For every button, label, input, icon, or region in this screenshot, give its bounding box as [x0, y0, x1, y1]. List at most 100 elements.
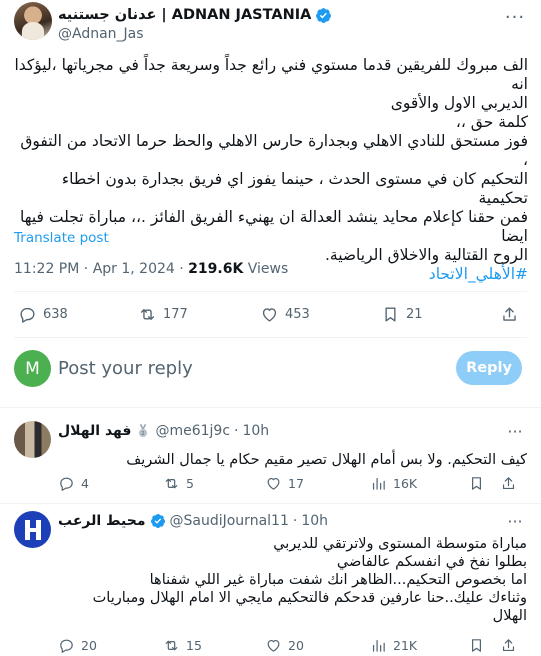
divider [14, 291, 527, 292]
tweet-text-line: التحكيم كان في مستوى الحدث ، حينما يفوز … [61, 170, 528, 207]
tweet-text-line: كلمة حق ،، [455, 113, 528, 131]
reply-actions: 4 5 17 16K [0, 471, 541, 491]
like-count: 17 [288, 475, 304, 491]
reply-icon [20, 307, 35, 323]
current-user-avatar[interactable]: M [14, 350, 51, 387]
reply-text-line: وثناءك عليك..حنا عارفين قدحكم فالتحكيم م… [92, 590, 527, 606]
more-options-icon[interactable]: ··· [504, 6, 526, 28]
reply-count: 638 [43, 306, 68, 322]
like-count: 20 [288, 637, 304, 653]
meta-separator: · [83, 261, 93, 277]
verified-badge-icon [316, 7, 332, 23]
tweet-text-line: فوز مستحق للنادي الاهلي وبجدارة حارس الا… [20, 132, 528, 169]
reply-handle[interactable]: @me61j9c [155, 423, 230, 439]
repost-icon [140, 308, 155, 320]
verified-badge-icon [150, 514, 165, 528]
heart-icon [267, 639, 280, 652]
bookmark-count: 21 [406, 306, 423, 322]
bookmark-icon [472, 476, 481, 490]
author-display-name[interactable]: عدنان جستنيه | ADNAN JASTANIA [58, 7, 311, 23]
share-icon [502, 638, 515, 651]
reply-text: كيف التحكيم. ولا بس أمام الهلال تصير مقي… [57, 451, 527, 469]
repost-count: 15 [186, 637, 202, 653]
tweet-time[interactable]: 11:22 PM [14, 261, 79, 277]
share-action[interactable] [500, 633, 517, 656]
author-name-row[interactable]: عدنان جستنيه | ADNAN JASTANIA [58, 5, 332, 25]
reply-icon [60, 639, 73, 653]
reply-more-options-icon[interactable]: ··· [504, 422, 526, 441]
like-count: 453 [285, 306, 310, 322]
reply-more-options-icon[interactable]: ··· [504, 512, 526, 531]
reply-author-avatar[interactable] [14, 421, 51, 458]
reply-button[interactable]: Reply [456, 351, 522, 385]
translate-post-link[interactable]: Translate post [14, 230, 109, 246]
reply-text-line: كيف التحكيم. ولا بس أمام الهلال تصير مقي… [126, 452, 527, 468]
author-handle[interactable]: @Adnan_Jas [58, 26, 144, 42]
bookmark-icon [472, 638, 481, 652]
bookmark-action[interactable]: 21 [381, 302, 423, 326]
like-action[interactable]: 20 [265, 633, 304, 656]
reply-text-line: الهلال [492, 608, 527, 624]
views-action[interactable]: 16K [370, 471, 417, 495]
tweet-actions: 638 177 453 21 [0, 302, 541, 326]
svg-text:2: 2 [142, 431, 145, 437]
reply-author-name[interactable]: فهد الهلال [58, 423, 131, 439]
reply-count: 20 [81, 637, 97, 653]
divider [14, 337, 527, 338]
repost-action[interactable]: 5 [163, 471, 194, 495]
meta-separator: · [179, 261, 189, 277]
analytics-icon [372, 477, 385, 490]
views-label: Views [247, 261, 289, 277]
meta-separator: · [234, 423, 239, 439]
reply-count: 4 [81, 475, 89, 491]
like-action[interactable]: 17 [265, 471, 304, 495]
reply-action[interactable]: 638 [18, 302, 68, 326]
reply-time[interactable]: 10h [242, 423, 269, 439]
like-action[interactable]: 453 [260, 302, 310, 326]
silver-medal-icon: 2 [139, 424, 148, 437]
tweet-date[interactable]: Apr 1, 2024 [93, 261, 175, 277]
repost-count: 177 [163, 306, 188, 322]
tweet-text-line: الديربي الاول والأقوى [390, 94, 528, 112]
views-count: 21K [393, 637, 418, 653]
repost-action[interactable]: 177 [138, 302, 188, 326]
analytics-icon [372, 639, 385, 652]
tweet-meta: 11:22 PM · Apr 1, 2024 · 219.6K Views [14, 261, 288, 277]
reply-header: محيط الرعب @SaudiJournal11 · 10h [58, 512, 328, 530]
reply-action[interactable]: 4 [58, 471, 89, 495]
reply-tweet[interactable]: محيط الرعب @SaudiJournal11 · 10h ··· مبا… [0, 503, 541, 656]
author-avatar[interactable] [14, 2, 52, 40]
reply-icon [60, 477, 73, 491]
repost-icon [165, 478, 178, 488]
reply-input[interactable]: Post your reply [58, 358, 193, 379]
heart-icon [267, 477, 280, 490]
meta-separator: · [292, 513, 298, 529]
share-action[interactable] [500, 471, 517, 495]
repost-action[interactable]: 15 [163, 633, 202, 656]
reply-actions: 20 15 20 21K [0, 633, 541, 653]
reply-author-avatar[interactable] [14, 511, 51, 548]
views-action[interactable]: 21K [370, 633, 417, 656]
reply-text-line: بطلوا نفخ في انفسكم عالفاضي [336, 554, 527, 570]
heart-icon [262, 307, 277, 322]
bookmark-action[interactable] [468, 633, 485, 656]
views-count: 16K [393, 475, 418, 491]
share-icon [503, 306, 516, 321]
bookmark-icon [385, 306, 396, 322]
repost-count: 5 [186, 475, 194, 491]
share-icon [502, 476, 515, 489]
bookmark-action[interactable] [468, 471, 485, 495]
views-count: 219.6K [188, 261, 244, 277]
reply-header: فهد الهلال 2 @me61j9c · 10h [58, 422, 269, 440]
reply-text-line: اما بخصوص التحكيم...الظاهر انك شفت مبارا… [149, 572, 527, 588]
reply-action[interactable]: 20 [58, 633, 97, 656]
share-action[interactable] [500, 302, 519, 326]
repost-icon [165, 640, 178, 650]
reply-text: مباراة متوسطة المستوى ولاترتقي للديربي ب… [57, 535, 527, 625]
tweet-text: الف مبروك للفريقين قدما مستوي فني رائع ج… [14, 56, 528, 284]
reply-time[interactable]: 10h [301, 513, 328, 529]
tweet-text-line: الف مبروك للفريقين قدما مستوي فني رائع ج… [14, 56, 528, 93]
reply-author-name[interactable]: محيط الرعب [58, 513, 146, 529]
reply-handle[interactable]: @SaudiJournal11 [170, 513, 289, 529]
reply-tweet[interactable]: فهد الهلال 2 @me61j9c · 10h ··· كيف التح… [0, 407, 541, 503]
